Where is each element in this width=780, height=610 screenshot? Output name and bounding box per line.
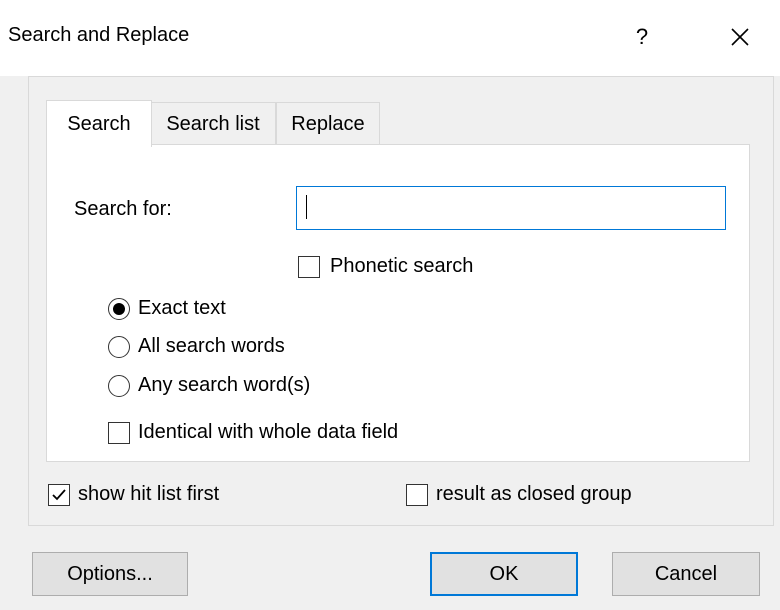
help-button[interactable]: ? [612, 14, 672, 60]
tab-search-list-label: Search list [166, 113, 260, 135]
window-title: Search and Replace [8, 24, 190, 46]
radio-selected-dot [113, 303, 125, 315]
phonetic-search-label: Phonetic search [330, 255, 474, 277]
cancel-button[interactable]: Cancel [612, 552, 760, 596]
title-bar: Search and Replace ? [0, 0, 780, 76]
ok-button[interactable]: OK [430, 552, 578, 596]
all-search-words-radio[interactable] [108, 336, 130, 358]
all-search-words-label: All search words [138, 335, 285, 357]
any-search-words-label: Any search word(s) [138, 374, 311, 396]
exact-text-radio[interactable] [108, 298, 130, 320]
text-caret [306, 195, 307, 219]
phonetic-search-checkbox[interactable] [298, 256, 320, 278]
search-input[interactable] [296, 186, 726, 230]
tab-search[interactable]: Search [46, 100, 152, 147]
show-hit-list-checkbox[interactable] [48, 484, 70, 506]
tab-replace[interactable]: Replace [276, 102, 380, 146]
options-button[interactable]: Options... [32, 552, 188, 596]
close-icon [731, 28, 749, 46]
search-for-label: Search for: [74, 198, 172, 220]
identical-whole-field-checkbox[interactable] [108, 422, 130, 444]
closed-group-label: result as closed group [436, 483, 632, 505]
show-hit-list-label: show hit list first [78, 483, 220, 505]
tab-search-label: Search [67, 112, 131, 135]
any-search-words-radio[interactable] [108, 375, 130, 397]
tab-search-list[interactable]: Search list [150, 102, 276, 146]
search-replace-dialog: Search and Replace ? Search Search list … [0, 0, 780, 610]
checkmark-icon [52, 489, 66, 501]
close-button[interactable] [710, 14, 770, 60]
closed-group-checkbox[interactable] [406, 484, 428, 506]
help-icon: ? [635, 24, 649, 49]
identical-whole-field-label: Identical with whole data field [138, 421, 399, 443]
exact-text-label: Exact text [138, 297, 226, 319]
tab-replace-label: Replace [291, 113, 365, 135]
